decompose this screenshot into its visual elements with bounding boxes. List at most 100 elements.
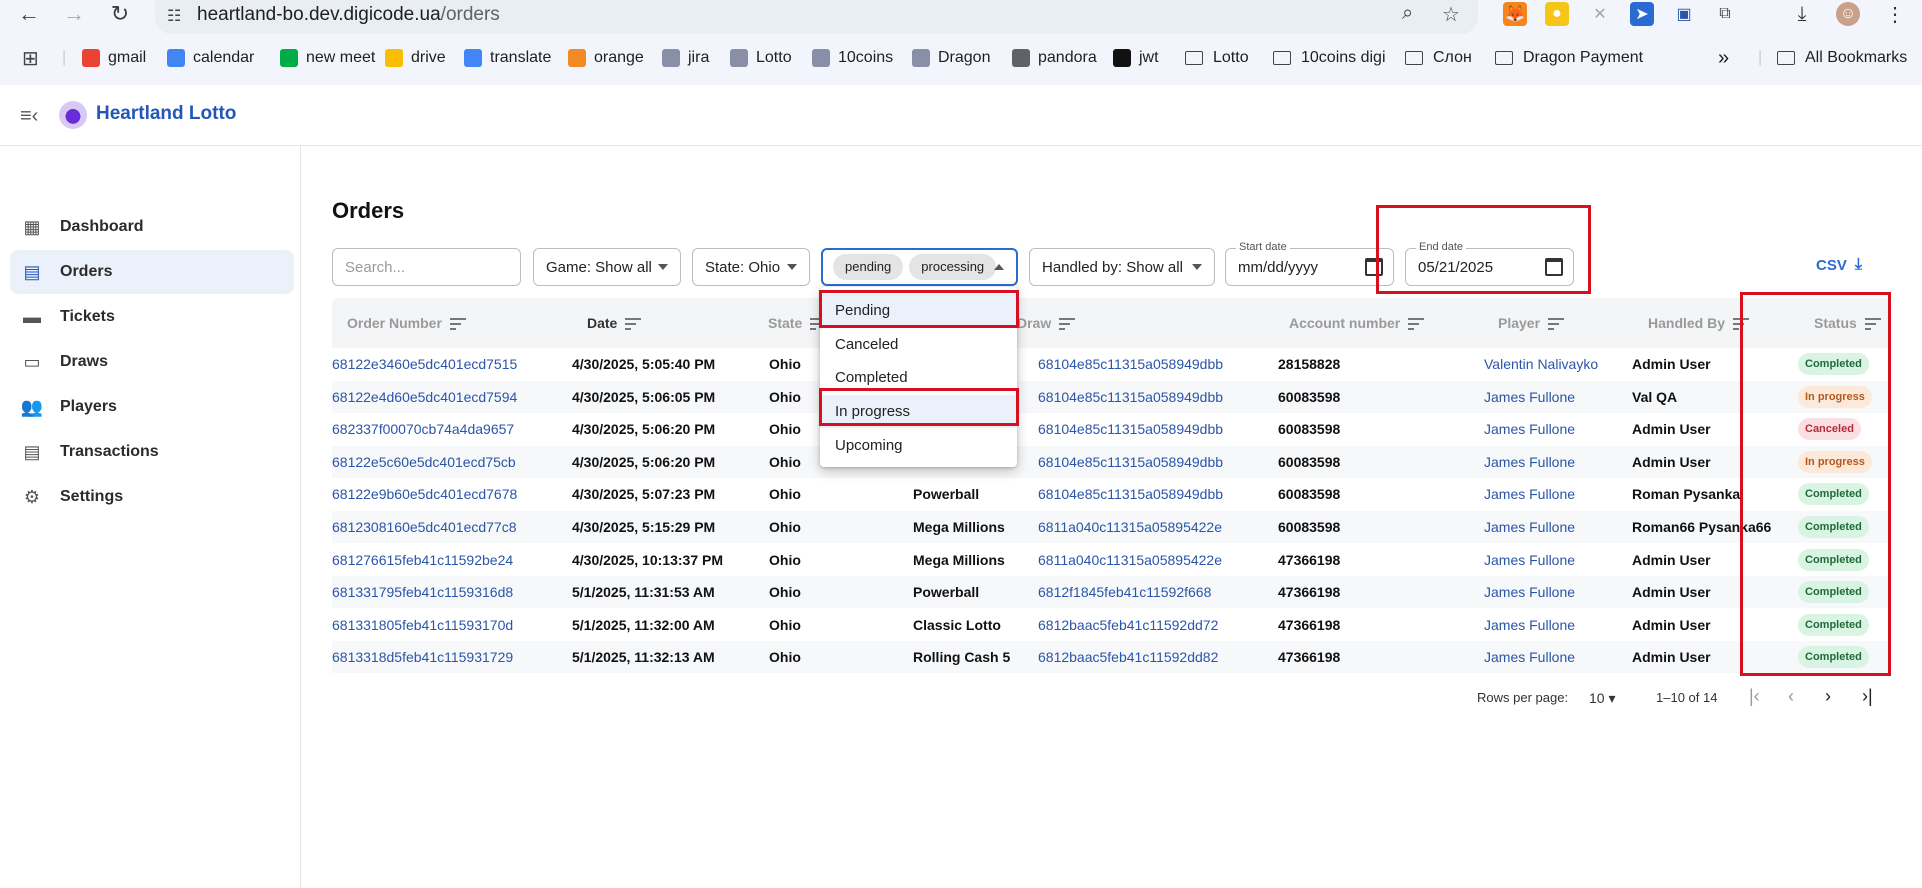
sidebar-item-draws[interactable]: ▭ Draws: [10, 340, 294, 384]
extensions-puzzle-icon[interactable]: ⧉: [1713, 2, 1737, 26]
player-link[interactable]: Valentin Nalivayko: [1484, 356, 1598, 372]
order-number-link[interactable]: 681276615feb41c11592be24: [332, 552, 513, 568]
game-select[interactable]: Game: Show all: [533, 248, 681, 286]
column-header-date[interactable]: Date: [587, 315, 642, 331]
player-link[interactable]: James Fullone: [1484, 617, 1575, 633]
table-row[interactable]: 6812308160e5dc401ecd77c8 4/30/2025, 5:15:…: [332, 511, 1890, 543]
profile-avatar[interactable]: ☺: [1836, 2, 1860, 26]
state-select[interactable]: State: Ohio: [692, 248, 810, 286]
order-number-link[interactable]: 68122e9b60e5dc401ecd7678: [332, 486, 517, 502]
table-row[interactable]: 681331805feb41c11593170d 5/1/2025, 11:32:…: [332, 609, 1890, 641]
table-row[interactable]: 6813318d5feb41c115931729 5/1/2025, 11:32:…: [332, 641, 1890, 674]
table-row[interactable]: 68122e3460e5dc401ecd7515 4/30/2025, 5:05:…: [332, 348, 1890, 380]
apps-grid-icon[interactable]: ⊞: [22, 44, 39, 72]
sort-icon[interactable]: [449, 318, 466, 330]
bookmark-lotto[interactable]: Lotto: [730, 44, 792, 72]
bookmark-dragon[interactable]: Dragon: [912, 44, 990, 72]
order-number-link[interactable]: 682337f00070cb74a4da9657: [332, 421, 514, 437]
table-row[interactable]: 68122e9b60e5dc401ecd7678 4/30/2025, 5:07:…: [332, 478, 1890, 510]
sort-icon[interactable]: [1548, 318, 1565, 330]
bookmark-folder[interactable]: Dragon Payment: [1495, 44, 1643, 72]
bookmark-jira[interactable]: jira: [662, 44, 709, 72]
extension-icon[interactable]: ✕: [1588, 2, 1612, 26]
player-link[interactable]: James Fullone: [1484, 584, 1575, 600]
bookmark-drive[interactable]: drive: [385, 44, 446, 72]
player-link[interactable]: James Fullone: [1484, 649, 1575, 665]
order-number-link[interactable]: 68122e4d60e5dc401ecd7594: [332, 389, 517, 405]
bookmark-gmail[interactable]: gmail: [82, 44, 146, 72]
table-row[interactable]: 68122e5c60e5dc401ecd75cb 4/30/2025, 5:06:…: [332, 445, 1890, 478]
sidebar-item-orders[interactable]: ▤ Orders: [10, 250, 294, 294]
status-option-canceled[interactable]: Canceled: [820, 328, 1017, 361]
draw-link[interactable]: 68104e85c11315a058949dbb: [1038, 454, 1223, 470]
order-number-link[interactable]: 68122e3460e5dc401ecd7515: [332, 356, 517, 372]
bookmark-translate[interactable]: translate: [464, 44, 551, 72]
previous-page-icon[interactable]: ‹: [1788, 686, 1794, 707]
sidebar-item-transactions[interactable]: ▤ Transactions: [10, 430, 294, 474]
bookmark-folder[interactable]: 10coins digi: [1273, 44, 1386, 72]
forward-arrow-icon[interactable]: →: [59, 0, 89, 28]
search-field[interactable]: [332, 248, 521, 286]
extension-save-icon[interactable]: ▣: [1672, 2, 1696, 26]
first-page-icon[interactable]: |‹: [1749, 686, 1760, 707]
column-header-state[interactable]: State: [768, 315, 827, 331]
status-option-pending[interactable]: Pending: [820, 294, 1017, 327]
order-number-link[interactable]: 6813318d5feb41c115931729: [332, 649, 513, 665]
handled-by-select[interactable]: Handled by: Show all: [1029, 248, 1215, 286]
player-link[interactable]: James Fullone: [1484, 421, 1575, 437]
all-bookmarks-button[interactable]: All Bookmarks: [1777, 44, 1907, 72]
sidebar-item-settings[interactable]: ⚙ Settings: [10, 475, 294, 519]
sort-icon[interactable]: [625, 318, 642, 330]
bookmark-new-meet[interactable]: new meet: [280, 44, 375, 72]
table-row[interactable]: 682337f00070cb74a4da9657 4/30/2025, 5:06:…: [332, 413, 1890, 445]
table-row[interactable]: 68122e4d60e5dc401ecd7594 4/30/2025, 5:06:…: [332, 380, 1890, 413]
draw-link[interactable]: 6811a040c11315a05895422e: [1038, 519, 1222, 535]
status-option-upcoming[interactable]: Upcoming: [820, 429, 1017, 462]
draw-link[interactable]: 68104e85c11315a058949dbb: [1038, 389, 1223, 405]
player-link[interactable]: James Fullone: [1484, 519, 1575, 535]
player-link[interactable]: James Fullone: [1484, 486, 1575, 502]
sidebar-item-tickets[interactable]: ▬ Tickets: [10, 295, 294, 339]
bookmark-pandora[interactable]: pandora: [1012, 44, 1097, 72]
draw-link[interactable]: 6812baac5feb41c11592dd82: [1038, 649, 1218, 665]
draw-link[interactable]: 6812baac5feb41c11592dd72: [1038, 617, 1218, 633]
column-header-handled-by[interactable]: Handled By: [1648, 315, 1750, 331]
order-number-link[interactable]: 681331795feb41c1159316d8: [332, 584, 513, 600]
sidebar-item-players[interactable]: 👥 Players: [10, 385, 294, 429]
more-bookmarks-button[interactable]: »: [1718, 44, 1729, 72]
bookmark-calendar[interactable]: calendar: [167, 44, 254, 72]
site-settings-icon[interactable]: ☷: [167, 6, 187, 26]
zoom-icon[interactable]: ⌕: [1402, 2, 1413, 25]
status-chip-processing[interactable]: processing: [909, 254, 997, 280]
draw-link[interactable]: 6812f1845feb41c11592f668: [1038, 584, 1211, 600]
status-multiselect[interactable]: pending processing: [821, 248, 1018, 286]
calendar-icon[interactable]: [1545, 258, 1563, 276]
star-icon[interactable]: ☆: [1442, 2, 1460, 27]
bookmark-orange[interactable]: orange: [568, 44, 644, 72]
column-header-player[interactable]: Player: [1498, 315, 1565, 331]
status-option-completed[interactable]: Completed: [820, 361, 1017, 394]
calendar-icon[interactable]: [1365, 258, 1383, 276]
draw-link[interactable]: 68104e85c11315a058949dbb: [1038, 421, 1223, 437]
extension-bulb-icon[interactable]: ●: [1545, 2, 1569, 26]
bookmark-10coins[interactable]: 10coins: [812, 44, 893, 72]
player-link[interactable]: James Fullone: [1484, 389, 1575, 405]
url-text[interactable]: heartland-bo.dev.digicode.ua/orders: [197, 4, 500, 26]
order-number-link[interactable]: 6812308160e5dc401ecd77c8: [332, 519, 517, 535]
search-input[interactable]: [345, 258, 505, 276]
status-chip-pending[interactable]: pending: [833, 254, 904, 280]
player-link[interactable]: James Fullone: [1484, 454, 1575, 470]
back-arrow-icon[interactable]: ←: [14, 0, 44, 28]
sort-icon[interactable]: [1059, 318, 1076, 330]
last-page-icon[interactable]: ›|: [1862, 686, 1873, 707]
address-bar[interactable]: ☷ heartland-bo.dev.digicode.ua/orders ⌕ …: [155, 0, 1478, 34]
reload-icon[interactable]: ↻: [105, 0, 135, 28]
sort-icon[interactable]: [1864, 318, 1881, 330]
draw-link[interactable]: 68104e85c11315a058949dbb: [1038, 356, 1223, 372]
browser-menu-icon[interactable]: ⋮: [1883, 2, 1907, 26]
order-number-link[interactable]: 681331805feb41c11593170d: [332, 617, 513, 633]
table-row[interactable]: 681331795feb41c1159316d8 5/1/2025, 11:31:…: [332, 576, 1890, 609]
csv-export-button[interactable]: CSV ⤓: [1816, 256, 1862, 274]
bookmark-folder[interactable]: Слон: [1405, 44, 1472, 72]
sort-icon[interactable]: [1733, 318, 1750, 330]
